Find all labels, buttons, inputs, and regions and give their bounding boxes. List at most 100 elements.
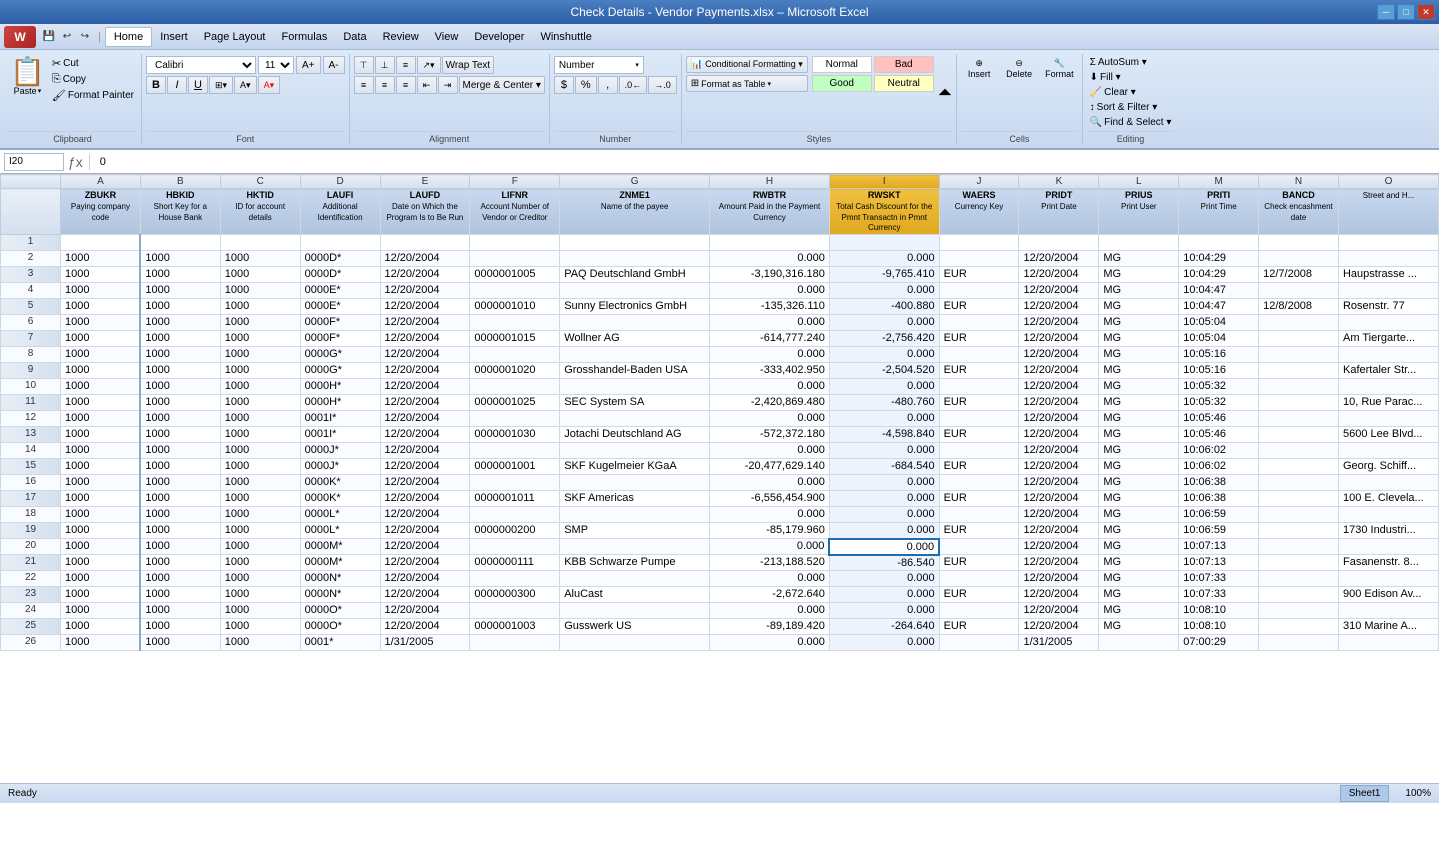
font-grow-button[interactable]: A+ xyxy=(296,56,321,74)
cell[interactable]: 1000 xyxy=(140,411,220,427)
cell[interactable] xyxy=(1338,443,1438,459)
currency-button[interactable]: $ xyxy=(554,76,574,94)
find-select-button[interactable]: 🔍 Find & Select ▾ xyxy=(1087,116,1175,129)
cell[interactable]: 1000 xyxy=(61,411,141,427)
cell[interactable]: 1000 xyxy=(61,459,141,475)
cell[interactable]: EUR xyxy=(939,267,1019,283)
cell[interactable]: 12/20/2004 xyxy=(1019,267,1099,283)
cell[interactable]: MG xyxy=(1099,491,1179,507)
cell[interactable]: MG xyxy=(1099,571,1179,587)
cell[interactable]: EUR xyxy=(939,427,1019,443)
cell[interactable]: 1000 xyxy=(220,395,300,411)
menu-winshuttle[interactable]: Winshuttle xyxy=(532,28,599,46)
col-header-D[interactable]: D xyxy=(300,175,380,189)
cell[interactable]: SEC System SA xyxy=(560,395,710,411)
cell[interactable]: 12/20/2004 xyxy=(380,427,470,443)
cell[interactable]: 0000K* xyxy=(300,475,380,491)
quick-save-button[interactable]: 💾 xyxy=(40,29,58,45)
cell[interactable] xyxy=(1338,315,1438,331)
cell[interactable]: 1000 xyxy=(140,283,220,299)
cell[interactable]: 1000 xyxy=(220,299,300,315)
cell[interactable]: 0000F* xyxy=(300,331,380,347)
cell[interactable]: 0.000 xyxy=(829,379,939,395)
cell[interactable]: 1000 xyxy=(140,475,220,491)
wrap-text-button[interactable]: Wrap Text xyxy=(442,56,495,74)
cell[interactable] xyxy=(939,283,1019,299)
cell[interactable]: MG xyxy=(1099,299,1179,315)
cell[interactable]: 1000 xyxy=(61,267,141,283)
delete-button[interactable]: ⊖ Delete xyxy=(1001,56,1037,81)
cell[interactable] xyxy=(939,603,1019,619)
cell[interactable]: 12/20/2004 xyxy=(1019,379,1099,395)
cell[interactable]: Jotachi Deutschland AG xyxy=(560,427,710,443)
cell[interactable]: 10:05:04 xyxy=(1179,331,1259,347)
cell[interactable]: 12/20/2004 xyxy=(380,619,470,635)
cell[interactable]: 12/20/2004 xyxy=(1019,411,1099,427)
cell[interactable]: 10:08:10 xyxy=(1179,619,1259,635)
cell[interactable]: 0.000 xyxy=(710,475,830,491)
cell[interactable]: 12/20/2004 xyxy=(380,315,470,331)
cell[interactable]: MG xyxy=(1099,427,1179,443)
cell[interactable]: 0.000 xyxy=(829,283,939,299)
cell[interactable]: 12/20/2004 xyxy=(1019,283,1099,299)
cell[interactable]: 1000 xyxy=(220,379,300,395)
cell[interactable] xyxy=(560,507,710,523)
cell[interactable]: 10:06:59 xyxy=(1179,507,1259,523)
cell[interactable]: Sunny Electronics GmbH xyxy=(560,299,710,315)
formula-input[interactable] xyxy=(96,155,1435,169)
cell[interactable]: EUR xyxy=(939,459,1019,475)
cell[interactable]: AluCast xyxy=(560,587,710,603)
cell[interactable] xyxy=(1338,235,1438,251)
cell[interactable]: 0.000 xyxy=(710,379,830,395)
clear-button[interactable]: 🧹 Clear ▾ xyxy=(1087,86,1139,99)
cell[interactable] xyxy=(1338,507,1438,523)
italic-button[interactable]: I xyxy=(167,76,187,94)
cell[interactable]: Wollner AG xyxy=(560,331,710,347)
cell[interactable]: 10:06:02 xyxy=(1179,459,1259,475)
cell[interactable]: 1000 xyxy=(220,523,300,539)
paste-button[interactable]: 📋 Paste ▾ xyxy=(8,56,47,98)
insert-button[interactable]: ⊕ Insert xyxy=(961,56,997,81)
cell[interactable]: 0000D* xyxy=(300,251,380,267)
cell[interactable] xyxy=(1259,315,1339,331)
cell[interactable]: MG xyxy=(1099,315,1179,331)
cell[interactable]: 10:05:16 xyxy=(1179,347,1259,363)
cell[interactable]: 12/7/2008 xyxy=(1259,267,1339,283)
style-bad[interactable]: Bad xyxy=(874,56,934,73)
col-header-C[interactable]: C xyxy=(220,175,300,189)
cell[interactable]: 1000 xyxy=(220,443,300,459)
sheet-container[interactable]: A B C D E F G H I J K L M N O ZBUKRPayin… xyxy=(0,174,1439,842)
cell[interactable]: 12/20/2004 xyxy=(1019,539,1099,555)
cell[interactable]: 0.000 xyxy=(829,251,939,267)
cell[interactable] xyxy=(61,235,141,251)
format-as-table-button[interactable]: ⊞ Format as Table ▾ xyxy=(686,75,808,92)
cell[interactable]: 0000H* xyxy=(300,379,380,395)
cell[interactable] xyxy=(1338,475,1438,491)
cell[interactable]: MG xyxy=(1099,603,1179,619)
cell[interactable]: -2,420,869.480 xyxy=(710,395,830,411)
cell[interactable] xyxy=(1259,491,1339,507)
percent-button[interactable]: % xyxy=(575,76,597,94)
cell[interactable]: MG xyxy=(1099,251,1179,267)
menu-review[interactable]: Review xyxy=(375,28,427,46)
cell[interactable]: 12/20/2004 xyxy=(380,571,470,587)
col-header-F[interactable]: F xyxy=(470,175,560,189)
font-name-select[interactable]: Calibri xyxy=(146,56,256,74)
cell[interactable]: 100 E. Clevela... xyxy=(1338,491,1438,507)
cell[interactable]: 12/20/2004 xyxy=(1019,315,1099,331)
cell[interactable]: 10:07:13 xyxy=(1179,555,1259,571)
cell[interactable]: EUR xyxy=(939,299,1019,315)
cell[interactable]: -213,188.520 xyxy=(710,555,830,571)
cell[interactable]: MG xyxy=(1099,363,1179,379)
cell[interactable]: 12/20/2004 xyxy=(1019,571,1099,587)
cell[interactable]: 0.000 xyxy=(710,635,830,651)
cell[interactable]: 12/20/2004 xyxy=(380,587,470,603)
cell[interactable] xyxy=(1259,475,1339,491)
cell[interactable] xyxy=(1338,251,1438,267)
cell[interactable]: 12/20/2004 xyxy=(1019,347,1099,363)
font-size-select[interactable]: 11 xyxy=(258,56,294,74)
cell[interactable]: 0000L* xyxy=(300,507,380,523)
align-top-button[interactable]: ⊤ xyxy=(354,56,374,74)
cell[interactable]: -614,777.240 xyxy=(710,331,830,347)
cell[interactable]: 12/20/2004 xyxy=(380,267,470,283)
